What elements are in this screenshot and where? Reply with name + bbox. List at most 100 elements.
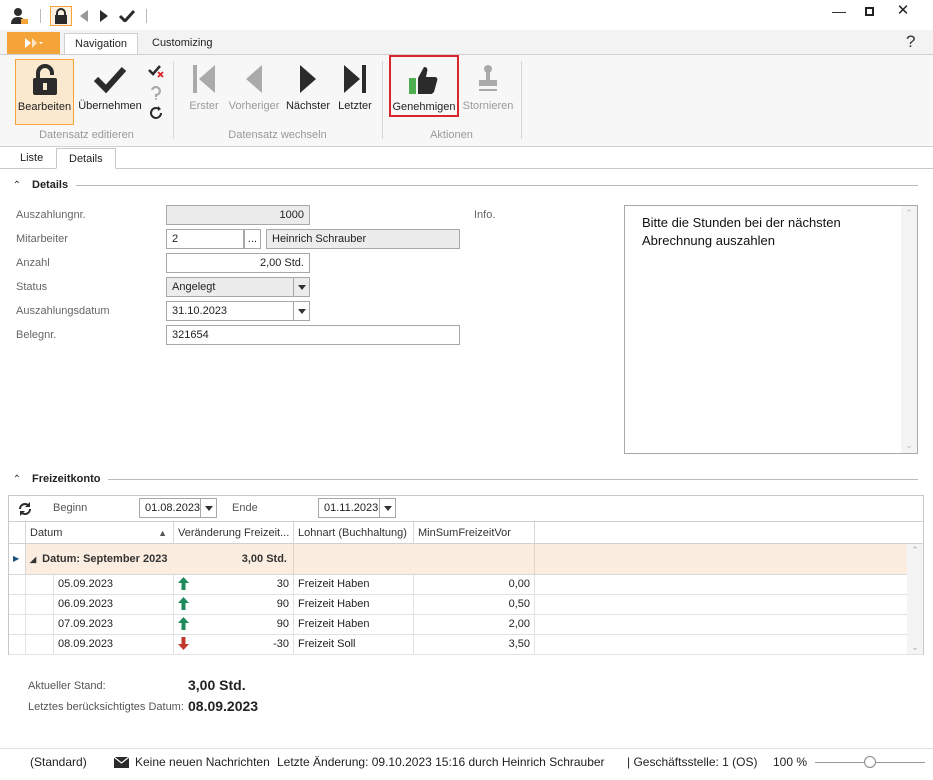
checkmark-icon[interactable] [118, 6, 136, 26]
info-memo-field[interactable]: Bitte die Stunden bei der nächsten Abrec… [624, 205, 918, 454]
vorheriger-button[interactable]: Vorheriger [226, 59, 282, 125]
column-header-datum-label: Datum [30, 527, 63, 539]
cell-minsum: 0,50 [414, 595, 535, 614]
column-header-veraenderung[interactable]: Veränderung Freizeit... [174, 522, 294, 544]
table-row[interactable]: 08.09.2023 -30 Freizeit Soll 3,50 [9, 635, 923, 655]
stornieren-label: Stornieren [462, 100, 514, 112]
info-text: Bitte die Stunden bei der nächsten Abrec… [642, 215, 841, 248]
auszahlungnr-field[interactable]: 1000 [166, 205, 310, 225]
dropdown-arrow-icon[interactable] [293, 278, 309, 296]
table-row[interactable]: 06.09.2023 90 Freizeit Haben 0,50 [9, 595, 923, 615]
group-indent-cell [26, 615, 54, 634]
memo-scrollbar[interactable]: ⌃ ⌄ [901, 206, 917, 453]
cell-lohnart: Freizeit Haben [294, 575, 414, 594]
tab-customizing[interactable]: Customizing [142, 33, 223, 54]
auszahlungsdatum-select[interactable]: 31.10.2023 [166, 301, 310, 321]
cell-veraenderung-value: 30 [276, 578, 289, 590]
stornieren-button[interactable]: Stornieren [461, 59, 515, 125]
zoom-slider-thumb[interactable] [864, 756, 876, 768]
anzahl-field[interactable]: 2,00 Std. [166, 253, 310, 273]
table-row[interactable]: 07.09.2023 90 Freizeit Haben 2,00 [9, 615, 923, 635]
naechster-button[interactable]: Nächster [284, 59, 332, 125]
dropdown-arrow-icon[interactable] [200, 499, 216, 517]
tab-details[interactable]: Details [56, 148, 116, 169]
ribbon: Bearbeiten Übernehmen Erster Vorheriger … [0, 54, 933, 147]
column-header-minsum[interactable]: MinSumFreizeitVor [414, 522, 535, 544]
group-separator [173, 61, 174, 139]
chevron-up-icon[interactable]: ⌃ [8, 474, 26, 485]
tab-navigation[interactable]: Navigation [64, 33, 138, 54]
undo-icon[interactable] [147, 85, 165, 101]
bearbeiten-button[interactable]: Bearbeiten [15, 59, 74, 125]
chevron-up-icon[interactable]: ⌃ [8, 180, 26, 191]
close-button[interactable]: ✕ [888, 2, 918, 20]
cell-datum: 08.09.2023 [54, 635, 174, 654]
group-row[interactable]: ▶ ◢ Datum: September 2023 3,00 Std. [9, 544, 923, 575]
forward-arrow-icon[interactable] [97, 6, 111, 26]
maximize-button[interactable] [854, 2, 884, 20]
previous-record-icon [244, 59, 264, 99]
mitarbeiter-name-field[interactable]: Heinrich Schrauber [266, 229, 460, 249]
group-row-label: ◢ Datum: September 2023 3,00 Std. [26, 544, 294, 574]
beginn-date-select[interactable]: 01.08.2023 [139, 498, 217, 518]
letzter-button[interactable]: Letzter [334, 59, 376, 125]
letztes-datum-value: 08.09.2023 [188, 698, 259, 714]
row-indicator-cell [9, 575, 26, 594]
info-label: Info. [474, 209, 496, 221]
grid-scrollbar[interactable]: ⌃ ⌄ [907, 544, 923, 654]
status-label: Status [16, 281, 48, 293]
belegnr-label: Belegnr. [16, 329, 57, 341]
refresh-icon[interactable] [17, 501, 33, 520]
belegnr-field[interactable]: 321654 [166, 325, 460, 345]
column-header-lohnart[interactable]: Lohnart (Buchhaltung) [294, 522, 414, 544]
collapse-group-icon[interactable]: ◢ [30, 555, 36, 564]
cell-minsum: 2,00 [414, 615, 535, 634]
cell-veraenderung-value: -30 [273, 638, 289, 650]
mitarbeiter-id-field[interactable]: 2 [166, 229, 244, 249]
refresh-icon[interactable] [147, 105, 165, 121]
group-label-edit: Datensatz editieren [39, 129, 134, 141]
table-row[interactable]: 05.09.2023 30 Freizeit Haben 0,00 [9, 575, 923, 595]
cell-veraenderung: -30 [174, 635, 294, 654]
minimize-button[interactable]: — [824, 2, 854, 20]
erster-button[interactable]: Erster [185, 59, 223, 125]
freizeitkonto-section-header[interactable]: ⌃ Freizeitkonto [8, 472, 918, 486]
thumbs-up-icon [408, 60, 440, 100]
column-header-datum[interactable]: Datum ▲ [26, 522, 174, 544]
cell-lohnart: Freizeit Haben [294, 595, 414, 614]
genehmigen-button[interactable]: Genehmigen [389, 55, 459, 117]
details-section-header[interactable]: ⌃ Details [8, 178, 918, 192]
dropdown-arrow-icon[interactable] [293, 302, 309, 320]
uebernehmen-button[interactable]: Übernehmen [76, 59, 144, 125]
app-menu-button[interactable] [7, 32, 60, 54]
row-indicator-icon: ▶ [9, 544, 26, 574]
status-select[interactable]: Angelegt [166, 277, 310, 297]
freizeitkonto-section-title: Freizeitkonto [32, 473, 101, 485]
tab-liste[interactable]: Liste [8, 148, 55, 169]
auszahlungsdatum-label: Auszahlungsdatum [16, 305, 110, 317]
arrow-up-icon [178, 577, 189, 597]
back-arrow-icon[interactable] [77, 6, 91, 26]
group-label-text: Datum: September 2023 [42, 553, 168, 565]
group-separator [382, 61, 383, 139]
toolbar-separator [40, 9, 41, 23]
discard-icon[interactable] [147, 63, 165, 79]
group-label-nav: Datensatz wechseln [228, 129, 327, 141]
user-icon[interactable] [8, 6, 30, 26]
sort-ascending-icon: ▲ [158, 528, 167, 538]
help-button[interactable]: ? [906, 32, 915, 52]
bearbeiten-label: Bearbeiten [17, 101, 72, 113]
status-messages[interactable]: Keine neuen Nachrichten [135, 755, 270, 769]
dropdown-arrow-icon[interactable] [379, 499, 395, 517]
lock-icon[interactable] [50, 6, 72, 26]
zoom-level: 100 % [773, 755, 808, 769]
group-label-actions: Aktionen [430, 129, 473, 141]
group-separator [521, 61, 522, 139]
mitarbeiter-label: Mitarbeiter [16, 233, 68, 245]
mitarbeiter-lookup-button[interactable]: ... [244, 229, 261, 249]
ende-date-select[interactable]: 01.11.2023 [318, 498, 396, 518]
group-row-filler [294, 544, 535, 574]
details-section-title: Details [32, 179, 69, 191]
checkmark-large-icon [93, 59, 127, 99]
letztes-datum-label: Letztes berücksichtigtes Datum: [28, 701, 184, 713]
